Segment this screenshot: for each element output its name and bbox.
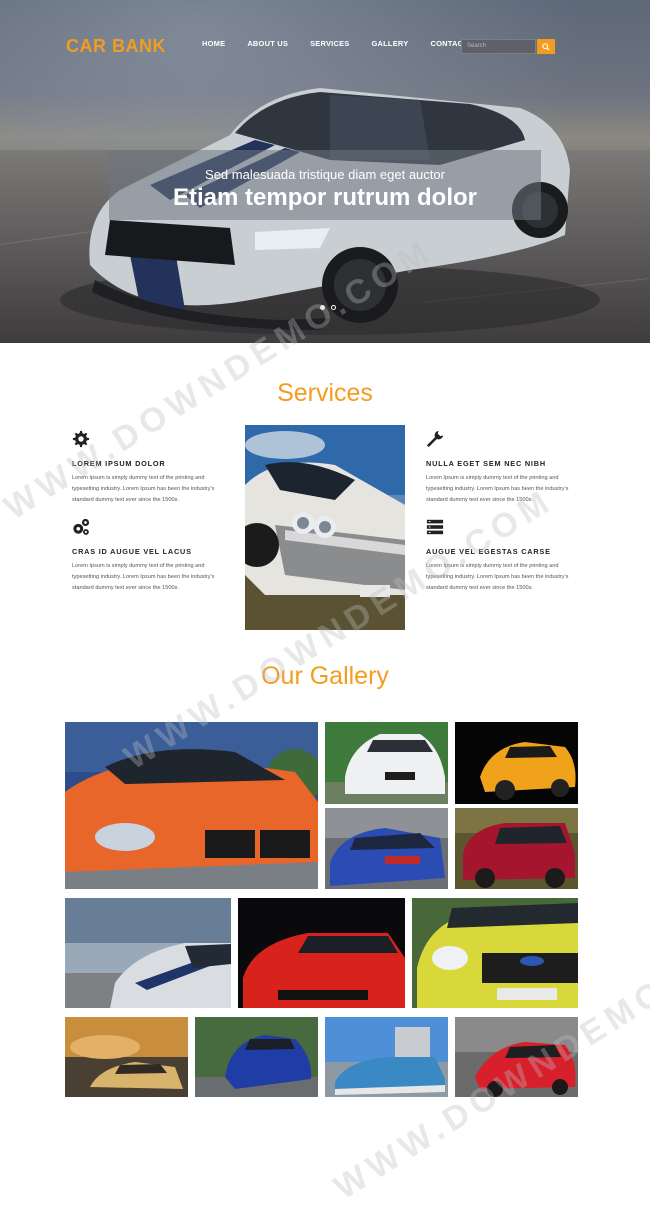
gallery-photo-white-car[interactable] bbox=[325, 722, 448, 804]
services-car-image bbox=[245, 425, 405, 630]
service-item: AUGUE VEL EGESTAS CARSE Lorem Ipsum is s… bbox=[426, 518, 581, 594]
gallery-photo-gold-car[interactable] bbox=[65, 1017, 188, 1097]
slider-dot-1[interactable] bbox=[320, 305, 325, 310]
hero-slider: CAR BANK HOME ABOUT US SERVICES GALLERY … bbox=[0, 0, 650, 343]
slider-dot-2[interactable] bbox=[331, 305, 336, 310]
gallery-photo-yellow-car[interactable] bbox=[455, 722, 578, 804]
service-text: Lorem Ipsum is simply dummy text of the … bbox=[72, 475, 215, 503]
nav-home[interactable]: HOME bbox=[202, 39, 225, 48]
brand-logo[interactable]: CAR BANK bbox=[66, 36, 166, 57]
gallery-photo-red-suv[interactable] bbox=[455, 808, 578, 889]
gallery-photo-blue-classic-car[interactable] bbox=[325, 1017, 448, 1097]
hero-subtitle: Sed malesuada tristique diam eget auctor bbox=[205, 167, 445, 182]
service-item: NULLA EGET SEM NEC NIBH Lorem Ipsum is s… bbox=[426, 430, 581, 506]
search-icon bbox=[542, 42, 550, 51]
nav-gallery[interactable]: GALLERY bbox=[372, 39, 409, 48]
hero-title: Etiam tempor rutrum dolor bbox=[172, 184, 478, 211]
service-item: LOREM IPSUM DOLOR Lorem Ipsum is simply … bbox=[72, 430, 227, 506]
gallery-photo-blue-car[interactable] bbox=[325, 808, 448, 889]
gallery-photo-yellow-ford[interactable] bbox=[412, 898, 578, 1008]
gallery-photo-orange-car[interactable] bbox=[65, 722, 318, 889]
gear-icon bbox=[72, 430, 90, 448]
gallery-photo-red-car[interactable] bbox=[238, 898, 405, 1008]
nav-about-us[interactable]: ABOUT US bbox=[247, 39, 288, 48]
service-text: Lorem Ipsum is simply dummy text of the … bbox=[426, 475, 569, 503]
service-item: CRAS ID AUGUE VEL LACUS Lorem Ipsum is s… bbox=[72, 518, 227, 594]
wrench-icon bbox=[426, 430, 444, 448]
gears-icon bbox=[73, 518, 90, 535]
service-title: CRAS ID AUGUE VEL LACUS bbox=[72, 547, 192, 556]
main-nav: HOME ABOUT US SERVICES GALLERY CONTACT bbox=[202, 39, 490, 48]
gallery-photo-blue-jaguar[interactable] bbox=[195, 1017, 318, 1097]
service-title: AUGUE VEL EGESTAS CARSE bbox=[426, 547, 551, 556]
service-text: Lorem Ipsum is simply dummy text of the … bbox=[72, 563, 215, 591]
service-title: NULLA EGET SEM NEC NIBH bbox=[426, 459, 546, 468]
gallery-photo-white-blue-car[interactable] bbox=[65, 898, 231, 1008]
nav-services[interactable]: SERVICES bbox=[310, 39, 349, 48]
gallery-heading: Our Gallery bbox=[261, 662, 389, 690]
service-text: Lorem Ipsum is simply dummy text of the … bbox=[426, 563, 569, 591]
server-icon bbox=[426, 519, 444, 535]
search-input[interactable]: Search bbox=[461, 39, 536, 54]
gallery-photo-red-sports-car[interactable] bbox=[455, 1017, 578, 1097]
slider-dots bbox=[320, 305, 336, 310]
services-heading: Services bbox=[277, 379, 373, 407]
search-button[interactable] bbox=[537, 39, 555, 54]
service-title: LOREM IPSUM DOLOR bbox=[72, 459, 166, 468]
